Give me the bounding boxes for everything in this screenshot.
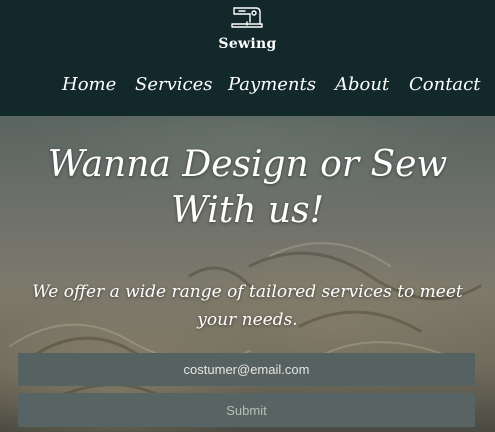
nav-about[interactable]: About	[335, 74, 389, 95]
hero-section: Wanna Design or Sew With us! We offer a …	[0, 116, 495, 432]
main-nav: Home Services Payments About Contact	[0, 74, 495, 104]
hero-subtitle: We offer a wide range of tailored servic…	[32, 282, 463, 330]
nav-home[interactable]: Home	[62, 74, 116, 95]
nav-payments[interactable]: Payments	[228, 74, 316, 95]
page: Sewing Home Services Payments About Cont…	[0, 0, 495, 432]
hero-title: Wanna Design or Sew With us!	[47, 144, 448, 231]
site-header: Sewing Home Services Payments About Cont…	[0, 0, 495, 116]
nav-contact[interactable]: Contact	[409, 74, 480, 95]
sewing-machine-icon	[231, 7, 263, 28]
brand-name: Sewing	[218, 36, 277, 52]
nav-services[interactable]: Services	[135, 74, 212, 95]
submit-button[interactable]: Submit	[18, 393, 475, 427]
email-input[interactable]	[18, 353, 475, 386]
